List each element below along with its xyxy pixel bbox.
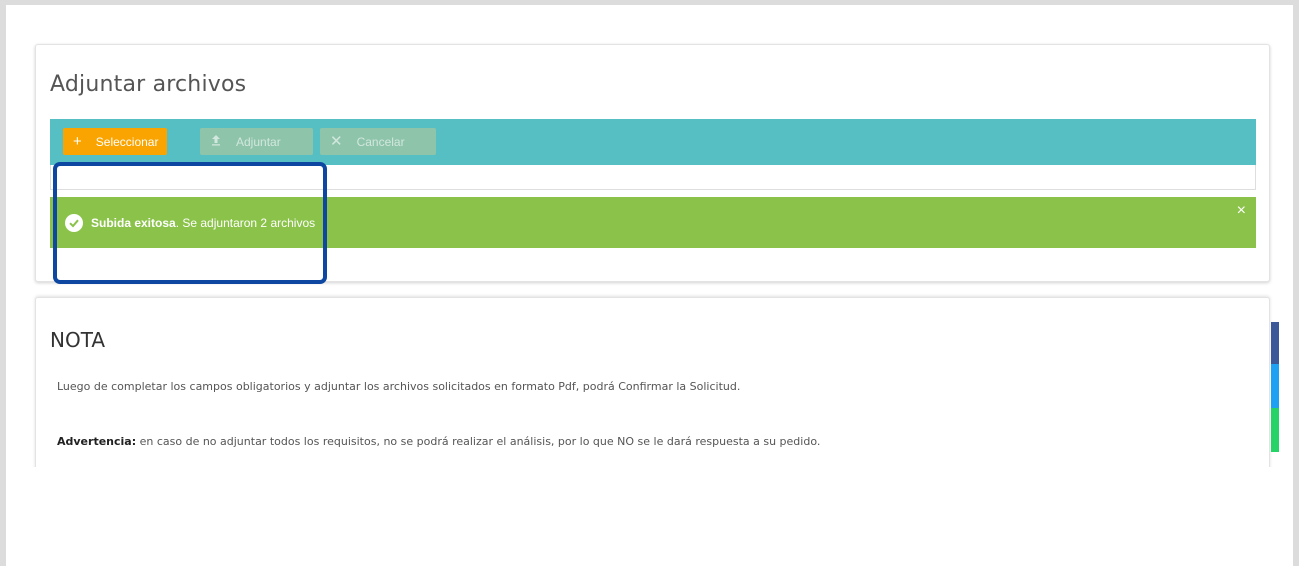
upload-button[interactable]: Adjuntar bbox=[200, 128, 313, 155]
select-button-label: Seleccionar bbox=[95, 134, 159, 149]
upload-button-label: Adjuntar bbox=[236, 134, 281, 149]
cancel-button-label: Cancelar bbox=[356, 134, 405, 149]
close-icon: ✕ bbox=[330, 133, 343, 150]
note-warning: Advertencia: en caso de no adjuntar todo… bbox=[57, 435, 820, 448]
cancel-button[interactable]: ✕ Cancelar bbox=[320, 128, 436, 155]
facebook-share-button[interactable] bbox=[1271, 322, 1279, 364]
plus-icon: + bbox=[73, 133, 82, 150]
note-title: NOTA bbox=[50, 328, 106, 352]
note-instructions: Luego de completar los campos obligatori… bbox=[57, 380, 741, 393]
whatsapp-share-button[interactable] bbox=[1271, 408, 1279, 452]
highlight-annotation bbox=[53, 162, 327, 284]
upload-icon bbox=[210, 134, 222, 149]
select-button[interactable]: + Seleccionar bbox=[63, 128, 167, 155]
alert-close-button[interactable]: × bbox=[1237, 203, 1246, 219]
warning-label: Advertencia: bbox=[57, 435, 137, 448]
twitter-share-button[interactable] bbox=[1271, 364, 1279, 408]
page-blank-area bbox=[30, 467, 1275, 566]
upload-toolbar: + Seleccionar Adjuntar ✕ Cancelar bbox=[50, 119, 1256, 165]
warning-text: en caso de no adjuntar todos los requisi… bbox=[136, 435, 821, 448]
upload-title: Adjuntar archivos bbox=[50, 72, 247, 97]
